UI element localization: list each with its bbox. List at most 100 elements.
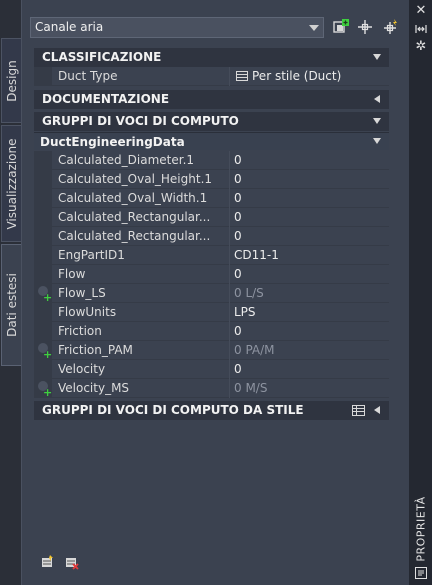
property-row[interactable]: Friction 0 [34, 322, 389, 341]
column-separator [229, 170, 230, 189]
property-row[interactable]: Calculated_Diameter.1 0 [34, 151, 389, 170]
row-gutter [34, 170, 52, 189]
collapse-icon [373, 118, 381, 124]
column-separator [229, 284, 230, 303]
group-duct-engineering-data[interactable]: DuctEngineeringData [34, 132, 389, 150]
property-row[interactable]: Calculated_Oval_Height.1 0 [34, 170, 389, 189]
autohide-icon[interactable] [414, 22, 428, 36]
palette-icon[interactable] [414, 567, 428, 581]
column-separator [229, 208, 230, 227]
property-value[interactable]: 0 [234, 227, 384, 245]
row-gutter: + [34, 284, 52, 303]
collapse-icon [373, 138, 381, 144]
section-gruppi-title: GRUPPI DI VOCI DI COMPUTO [42, 114, 239, 128]
column-separator [229, 265, 230, 284]
property-row[interactable]: + Friction_PAM 0 PA/M [34, 341, 389, 360]
section-documentazione-title: DOCUMENTAZIONE [42, 92, 170, 106]
style-selector[interactable]: Canale aria [30, 17, 324, 38]
row-gutter [34, 322, 52, 341]
property-value: 0 L/S [234, 286, 264, 300]
tab-dati-estesi[interactable]: Dati estesi [1, 244, 22, 366]
property-key: Velocity [58, 362, 106, 376]
section-documentazione[interactable]: DOCUMENTAZIONE [34, 90, 389, 109]
column-separator [229, 322, 230, 341]
row-gutter: + [34, 379, 52, 398]
property-row[interactable]: Calculated_Rectangular... 0 [34, 208, 389, 227]
property-row[interactable]: EngPartID1 CD11-1 [34, 246, 389, 265]
duct-type-value: Per stile (Duct) [252, 69, 342, 83]
column-separator [229, 246, 230, 265]
column-separator [229, 360, 230, 379]
property-value[interactable]: 0 [234, 322, 384, 340]
property-row[interactable]: Flow 0 [34, 265, 389, 284]
side-tab-strip: Design Visualizzazione Dati estesi [0, 0, 22, 585]
formula-plus-icon: + [43, 348, 53, 361]
tab-visualizzazione-label: Visualizzazione [5, 137, 19, 230]
property-key: Calculated_Rectangular... [58, 229, 211, 243]
section-gruppi-da-stile[interactable]: GRUPPI DI VOCI DI COMPUTO DA STILE [34, 401, 389, 420]
row-gutter [34, 265, 52, 284]
select-objects-icon[interactable] [356, 18, 374, 36]
collapse-icon [373, 54, 381, 60]
column-separator [229, 341, 230, 360]
quick-select-icon[interactable] [332, 18, 350, 36]
table-icon[interactable] [352, 405, 365, 416]
property-value[interactable]: 0 [234, 265, 384, 283]
property-key: Calculated_Oval_Height.1 [58, 172, 213, 186]
section-classificazione[interactable]: CLASSIFICAZIONE [34, 48, 389, 67]
palette-title-bar: ✕ ✲ PROPRIETÀ [409, 0, 432, 585]
column-separator [229, 303, 230, 322]
property-key: Friction_PAM [58, 343, 133, 357]
close-icon[interactable]: ✕ [414, 4, 428, 18]
formula-plus-icon: + [43, 386, 53, 399]
properties-menu-icon[interactable]: ✲ [414, 40, 428, 54]
pickadd-icon[interactable] [382, 18, 400, 36]
tab-design[interactable]: Design [1, 38, 22, 123]
property-row[interactable]: + Velocity_MS 0 M/S [34, 379, 389, 398]
property-key: Calculated_Rectangular... [58, 210, 211, 224]
palette-title: PROPRIETÀ [409, 496, 432, 562]
property-value[interactable]: 0 [234, 170, 384, 188]
property-value[interactable]: 0 [234, 151, 384, 169]
property-value[interactable]: 0 [234, 360, 384, 378]
section-classificazione-title: CLASSIFICAZIONE [42, 50, 162, 64]
property-key: FlowUnits [58, 305, 117, 319]
row-gutter [34, 303, 52, 322]
tab-visualizzazione[interactable]: Visualizzazione [1, 125, 22, 242]
row-gutter [34, 360, 52, 379]
property-key: Duct Type [58, 69, 118, 83]
property-value[interactable]: LPS [234, 303, 384, 321]
row-gutter [34, 246, 52, 265]
property-key: Friction [58, 324, 102, 338]
property-key: Flow_LS [58, 286, 106, 300]
property-value[interactable]: Per stile (Duct) [236, 67, 386, 85]
property-value: 0 M/S [234, 381, 268, 395]
group-title: DuctEngineeringData [40, 135, 185, 149]
column-separator [229, 189, 230, 208]
column-separator [229, 151, 230, 170]
row-gutter [34, 67, 52, 86]
property-row[interactable]: Calculated_Rectangular... 0 [34, 227, 389, 246]
property-row[interactable]: + Flow_LS 0 L/S [34, 284, 389, 303]
chevron-down-icon [309, 25, 319, 31]
property-row[interactable]: FlowUnits LPS [34, 303, 389, 322]
property-row-duct-type[interactable]: Duct Type Per stile (Duct) [34, 67, 389, 86]
row-gutter [34, 227, 52, 246]
property-row[interactable]: Calculated_Oval_Width.1 0 [34, 189, 389, 208]
tab-design-label: Design [5, 59, 19, 102]
column-separator [229, 67, 230, 86]
property-value: 0 PA/M [234, 343, 275, 357]
add-classification-icon[interactable] [41, 555, 55, 568]
property-value[interactable]: 0 [234, 208, 384, 226]
row-gutter [34, 208, 52, 227]
property-value[interactable]: CD11-1 [234, 246, 384, 264]
remove-classification-icon[interactable] [65, 557, 79, 570]
column-separator [229, 379, 230, 398]
property-row[interactable]: Velocity 0 [34, 360, 389, 379]
property-value[interactable]: 0 [234, 189, 384, 207]
row-gutter: + [34, 341, 52, 360]
property-key: Flow [58, 267, 86, 281]
style-icon [236, 71, 248, 81]
section-gruppi-voci-computo[interactable]: GRUPPI DI VOCI DI COMPUTO [34, 112, 389, 131]
tab-dati-estesi-label: Dati estesi [5, 273, 19, 337]
